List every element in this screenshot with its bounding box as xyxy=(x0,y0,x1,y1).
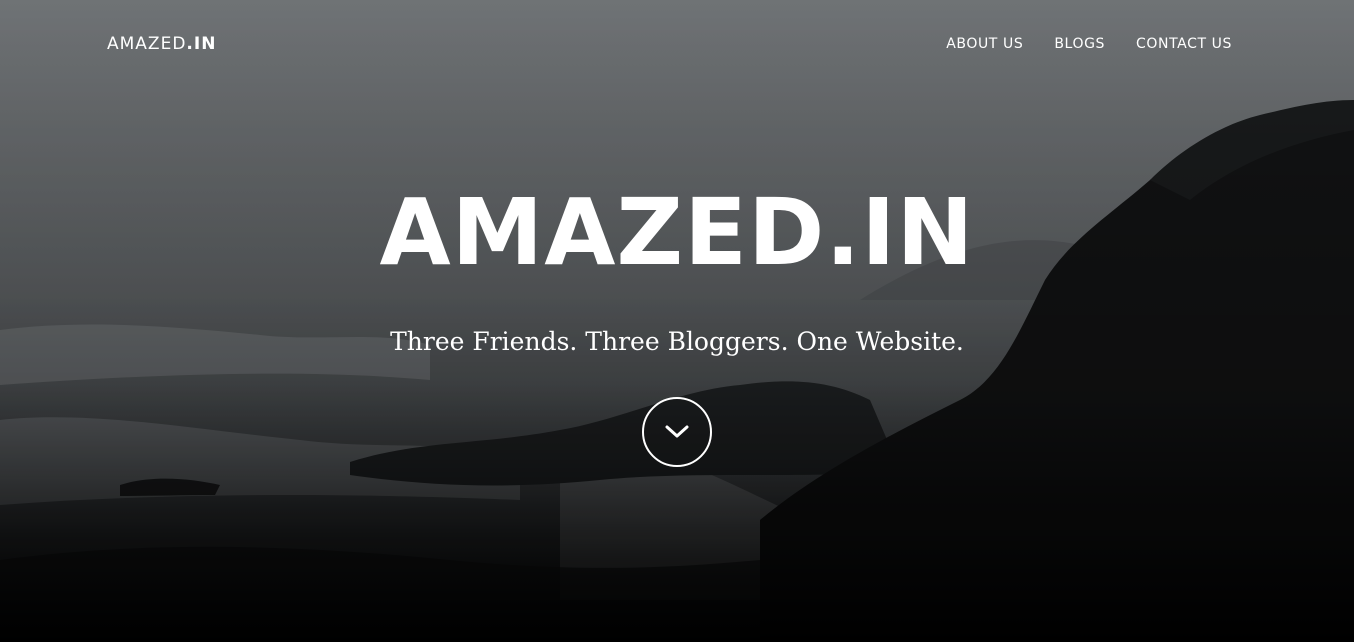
top-navbar: AMAZED.IN ABOUT US BLOGS CONTACT US xyxy=(0,0,1354,90)
hero-background-image xyxy=(0,0,1354,642)
hero-section: AMAZED.IN ABOUT US BLOGS CONTACT US AMAZ… xyxy=(0,0,1354,642)
hero-subtitle: Three Friends. Three Bloggers. One Websi… xyxy=(390,327,964,356)
brand-name: AMAZED xyxy=(107,34,187,54)
hero-title: AMAZED.IN xyxy=(379,179,975,286)
nav-links: ABOUT US BLOGS CONTACT US xyxy=(946,35,1232,53)
brand-logo-link[interactable]: AMAZED.IN xyxy=(107,33,216,55)
chevron-down-icon xyxy=(665,425,689,438)
brand-suffix: .IN xyxy=(186,34,217,54)
nav-link-contact-us[interactable]: CONTACT US xyxy=(1136,35,1232,53)
nav-link-about-us[interactable]: ABOUT US xyxy=(946,35,1023,53)
scroll-down-button[interactable] xyxy=(642,397,712,467)
nav-link-blogs[interactable]: BLOGS xyxy=(1054,35,1105,53)
